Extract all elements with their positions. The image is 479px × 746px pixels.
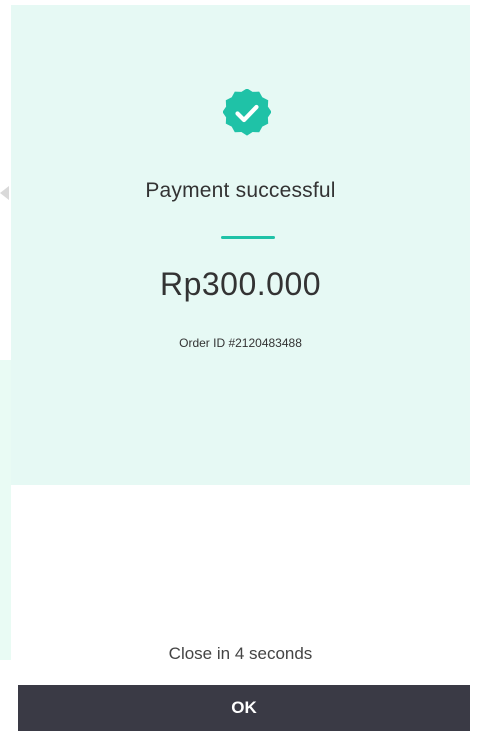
ok-button[interactable]: OK <box>18 685 470 731</box>
payment-result-modal: Payment successful Rp300.000 Order ID #2… <box>11 5 470 738</box>
accent-divider <box>221 236 275 239</box>
page: Payment successful Rp300.000 Order ID #2… <box>0 0 479 746</box>
badge-shape <box>223 89 271 136</box>
background-arrow-decoration <box>0 186 9 200</box>
close-countdown: Close in 4 seconds <box>168 644 313 663</box>
order-id: Order ID #2120483488 <box>179 336 302 350</box>
check-badge-icon <box>223 89 271 136</box>
success-panel: Payment successful Rp300.000 Order ID #2… <box>11 5 470 485</box>
payment-amount: Rp300.000 <box>159 266 322 302</box>
payment-status-title: Payment successful <box>145 179 336 202</box>
